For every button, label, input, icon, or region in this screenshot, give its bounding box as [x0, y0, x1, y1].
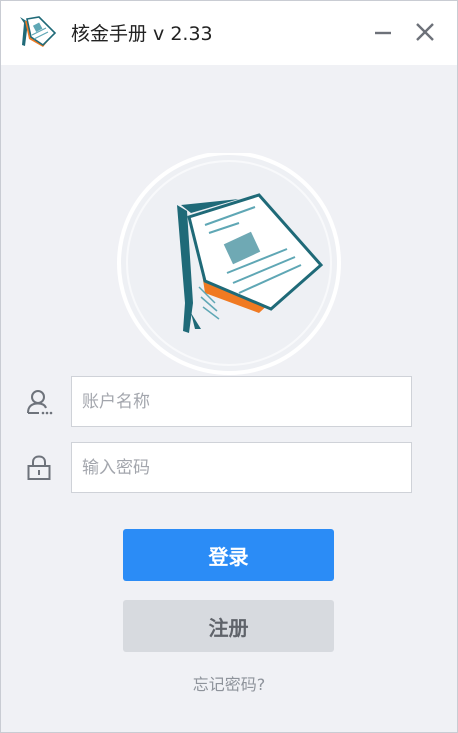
close-button[interactable]: [411, 18, 439, 46]
lock-icon: [27, 455, 51, 480]
register-button[interactable]: 注册: [123, 600, 334, 652]
close-icon: [416, 23, 434, 41]
app-logo: [117, 153, 341, 375]
login-button[interactable]: 登录: [123, 529, 334, 581]
title-bar[interactable]: 核金手册 v 2.33: [1, 1, 457, 65]
password-field[interactable]: [71, 442, 412, 493]
user-icon: [27, 390, 53, 415]
login-window: 核金手册 v 2.33 账户名称 登录 注册 忘记密码?: [0, 0, 458, 733]
app-logo-icon: [20, 16, 57, 47]
forgot-password-link[interactable]: 忘记密码?: [1, 671, 457, 695]
username-field[interactable]: [71, 376, 412, 427]
minimize-button[interactable]: [369, 18, 397, 46]
window-title: 核金手册 v 2.33: [71, 23, 213, 45]
